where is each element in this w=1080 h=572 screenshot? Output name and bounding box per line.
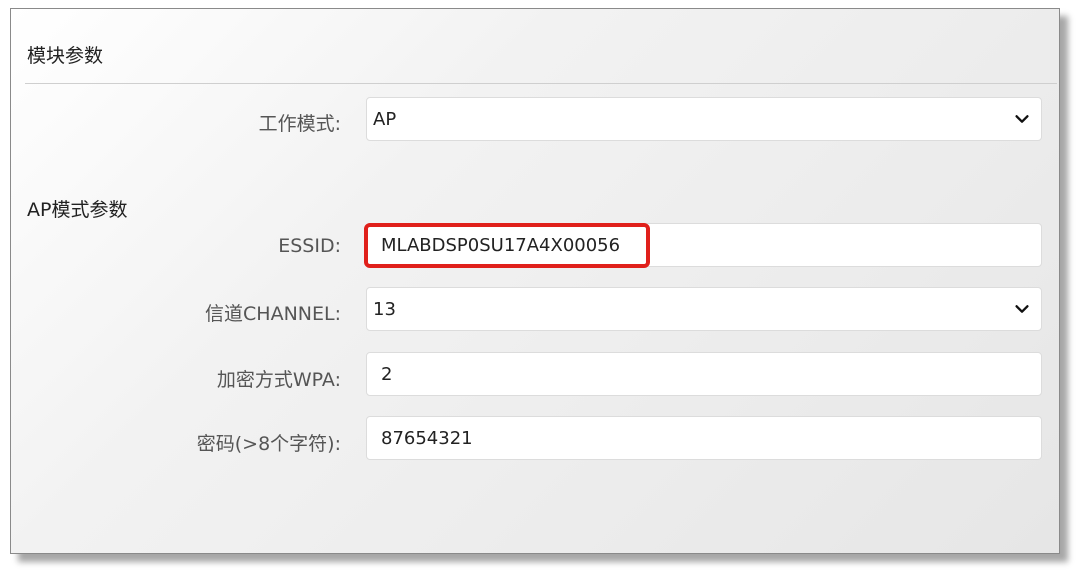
wpa-value: 2 xyxy=(381,363,393,385)
section-divider xyxy=(25,83,1057,84)
chevron-down-icon xyxy=(1015,305,1029,313)
work-mode-value: AP xyxy=(373,108,397,130)
module-params-title: 模块参数 xyxy=(27,45,104,67)
ap-params-title: AP模式参数 xyxy=(27,199,128,221)
wpa-input[interactable]: 2 xyxy=(366,352,1042,396)
channel-label: 信道CHANNEL: xyxy=(205,303,341,325)
wpa-label: 加密方式WPA: xyxy=(216,369,341,391)
password-input[interactable]: 87654321 xyxy=(366,416,1042,460)
chevron-down-icon xyxy=(1015,115,1029,123)
channel-select[interactable]: 13 xyxy=(366,287,1042,331)
work-mode-select[interactable]: AP xyxy=(366,97,1042,141)
channel-value: 13 xyxy=(373,298,396,320)
module-settings-panel: 模块参数 工作模式: AP AP模式参数 ESSID: MLABDSP0SU17… xyxy=(10,8,1060,554)
work-mode-label: 工作模式: xyxy=(258,113,341,135)
password-label: 密码(>8个字符): xyxy=(196,433,341,455)
essid-highlight-box xyxy=(364,223,650,268)
password-value: 87654321 xyxy=(381,427,473,449)
essid-label: ESSID: xyxy=(278,235,341,257)
